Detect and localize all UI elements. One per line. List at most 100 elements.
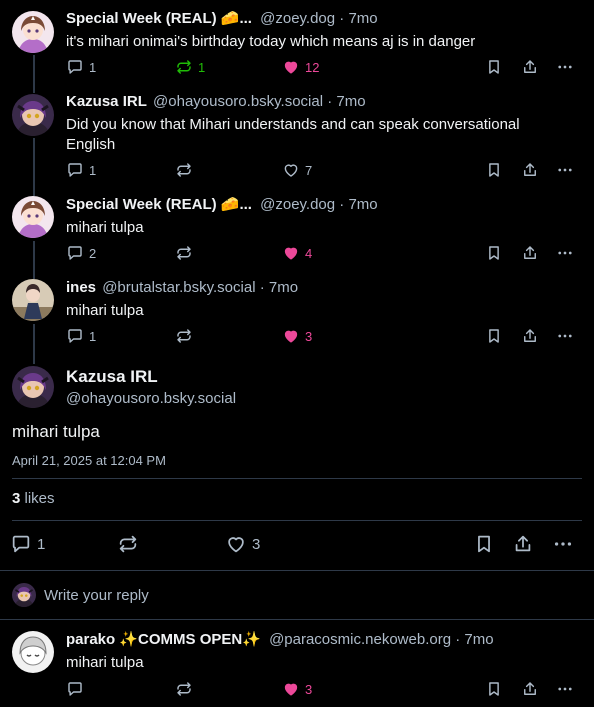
focus-bookmark-button[interactable] [473, 532, 495, 556]
focus-post-text: mihari tulpa [12, 422, 100, 441]
heart-filled-icon [282, 244, 300, 262]
reply-count: 1 [89, 59, 97, 75]
avatar[interactable] [12, 11, 54, 53]
likes-summary[interactable]: 3 likes [12, 489, 55, 509]
avatar[interactable] [12, 631, 54, 673]
bookmark-button[interactable] [485, 679, 503, 699]
divider [12, 478, 582, 479]
author-handle[interactable]: @paracosmic.nekoweb.org [269, 631, 451, 648]
post-time[interactable]: 7mo [269, 279, 298, 296]
focus-repost-button[interactable] [117, 532, 139, 556]
reply-icon [66, 244, 84, 262]
bookmark-button[interactable] [485, 326, 503, 346]
like-button[interactable]: 3 [282, 326, 312, 346]
repost-button[interactable] [175, 160, 198, 180]
focus-like-button[interactable]: 3 [225, 532, 260, 556]
repost-icon [175, 58, 193, 76]
heart-icon [282, 161, 300, 179]
author-handle[interactable]: @zoey.dog [260, 10, 335, 27]
heart-icon [225, 533, 247, 555]
avatar[interactable] [12, 279, 54, 321]
share-icon [521, 680, 539, 698]
post-time[interactable]: 7mo [348, 10, 377, 27]
reply-post[interactable]: parako ✨COMMS OPEN✨ @paracosmic.nekoweb.… [0, 620, 594, 707]
repost-icon [175, 680, 193, 698]
focus-more-options-button[interactable] [552, 532, 574, 556]
focus-share-button[interactable] [512, 532, 534, 556]
bookmark-icon [485, 680, 503, 698]
reply-count: 2 [89, 245, 97, 261]
share-icon [521, 161, 539, 179]
post-time[interactable]: 7mo [336, 93, 365, 110]
thread-post[interactable]: Kazusa IRL @ohayousoro.bsky.social · 7mo… [0, 84, 594, 188]
share-button[interactable] [521, 679, 539, 699]
more-options-button[interactable] [556, 57, 574, 77]
like-button[interactable]: 12 [282, 57, 319, 77]
like-button[interactable]: 3 [282, 679, 312, 699]
repost-button[interactable] [175, 243, 198, 263]
bookmark-button[interactable] [485, 57, 503, 77]
heart-filled-icon [282, 680, 300, 698]
more-icon [552, 533, 574, 555]
focus-author-name[interactable]: Kazusa IRL [66, 367, 158, 387]
post-text: mihari tulpa [66, 219, 144, 236]
repost-button[interactable] [175, 679, 193, 699]
heart-filled-icon [282, 58, 300, 76]
thread-post[interactable]: ines @brutalstar.bsky.social · 7mo mihar… [0, 272, 594, 356]
repost-button[interactable] [175, 326, 198, 346]
thread-post[interactable]: Special Week (REAL) 🧀... @zoey.dog · 7mo… [0, 188, 594, 272]
reply-button[interactable] [66, 679, 84, 699]
repost-button[interactable]: 1 [175, 57, 205, 77]
author-handle[interactable]: @brutalstar.bsky.social [102, 279, 255, 296]
share-button[interactable] [521, 243, 539, 263]
more-options-button[interactable] [556, 679, 574, 699]
reply-composer[interactable]: Write your reply [0, 571, 594, 619]
post-time[interactable]: 7mo [464, 631, 493, 648]
reply-icon [66, 58, 84, 76]
reply-button[interactable]: 1 [66, 326, 96, 346]
share-icon [521, 327, 539, 345]
author-name[interactable]: parako ✨COMMS OPEN✨ [66, 631, 261, 648]
post-time[interactable]: 7mo [348, 196, 377, 213]
like-button[interactable]: 4 [282, 243, 312, 263]
avatar[interactable] [12, 196, 54, 238]
bookmark-button[interactable] [485, 243, 503, 263]
self-avatar [12, 583, 36, 607]
reply-count: 1 [89, 328, 97, 344]
more-options-button[interactable] [556, 326, 574, 346]
separator-dot: · [339, 10, 345, 27]
repost-icon [175, 161, 193, 179]
focus-reply-button[interactable]: 1 [10, 532, 45, 556]
reply-count: 1 [89, 162, 97, 178]
reply-placeholder[interactable]: Write your reply [44, 586, 149, 606]
bookmark-icon [485, 161, 503, 179]
more-options-button[interactable] [556, 243, 574, 263]
reply-button[interactable]: 1 [66, 57, 96, 77]
reply-icon [10, 533, 32, 555]
author-handle[interactable]: @zoey.dog [260, 196, 335, 213]
share-button[interactable] [521, 160, 539, 180]
post-text: mihari tulpa [66, 302, 144, 319]
like-button[interactable]: 7 [282, 160, 312, 180]
more-icon [556, 680, 574, 698]
focus-avatar[interactable] [12, 366, 54, 408]
thread-post[interactable]: Special Week (REAL) 🧀... @zoey.dog · 7mo… [0, 0, 594, 84]
reply-button[interactable]: 1 [66, 160, 96, 180]
more-options-button[interactable] [556, 160, 574, 180]
author-name[interactable]: Special Week (REAL) 🧀... [66, 10, 252, 27]
bookmark-button[interactable] [485, 160, 503, 180]
reply-button[interactable]: 2 [66, 243, 96, 263]
avatar[interactable] [12, 94, 54, 136]
share-button[interactable] [521, 57, 539, 77]
author-name[interactable]: Special Week (REAL) 🧀... [66, 196, 252, 213]
more-icon [556, 244, 574, 262]
author-name[interactable]: ines [66, 279, 96, 296]
author-handle[interactable]: @ohayousoro.bsky.social [153, 93, 323, 110]
repost-count: 1 [198, 59, 206, 75]
repost-icon [117, 533, 139, 555]
author-name[interactable]: Kazusa IRL [66, 93, 147, 110]
focus-author-handle[interactable]: @ohayousoro.bsky.social [66, 389, 236, 409]
bookmark-icon [485, 244, 503, 262]
separator-dot: · [259, 279, 265, 296]
share-button[interactable] [521, 326, 539, 346]
